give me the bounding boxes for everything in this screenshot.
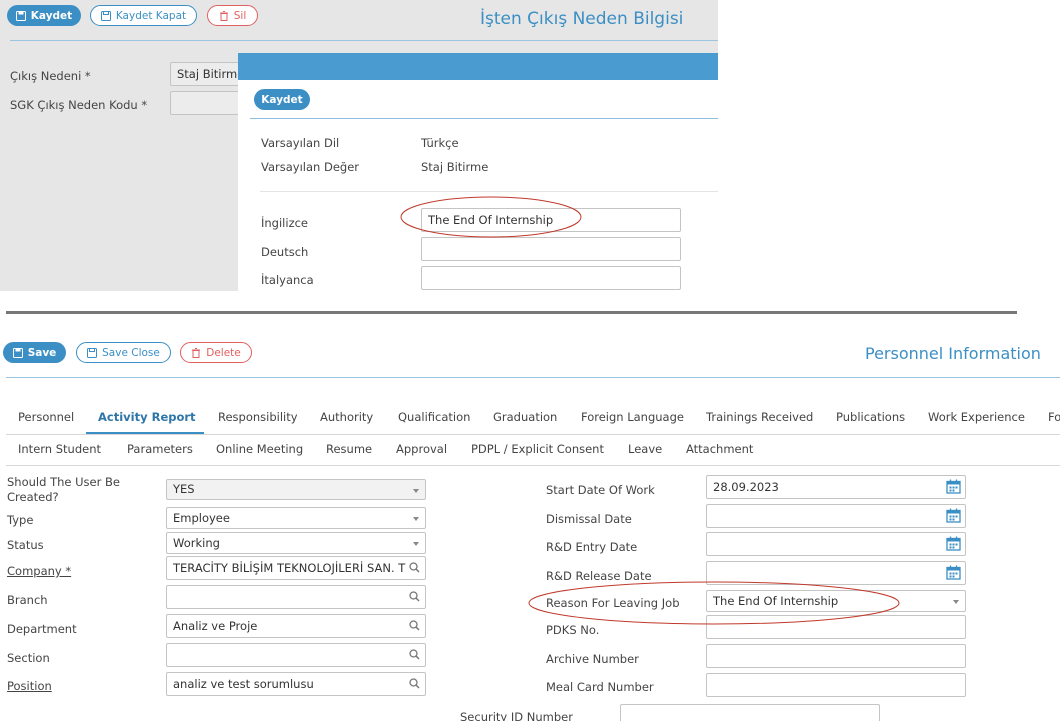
floppy-icon xyxy=(100,10,111,21)
tabs-divider-2 xyxy=(6,465,1060,466)
meal-card-label: Meal Card Number xyxy=(546,680,654,694)
search-icon xyxy=(409,591,420,602)
position-label[interactable]: Position xyxy=(7,679,52,693)
company-field[interactable]: TERACİTY BİLİŞİM TEKNOLOJİLERİ SAN. T xyxy=(166,556,426,580)
save-close-button[interactable]: Save Close xyxy=(76,342,171,363)
tab-resume[interactable]: Resume xyxy=(326,442,372,456)
tab-pdpl-consent[interactable]: PDPL / Explicit Consent xyxy=(471,442,604,456)
tab-trainings-received[interactable]: Trainings Received xyxy=(706,410,813,424)
save-close-button[interactable]: Kaydet Kapat xyxy=(90,5,197,26)
branch-label: Branch xyxy=(7,593,48,607)
chevron-down-icon xyxy=(953,600,959,604)
type-select[interactable]: Employee xyxy=(166,507,426,529)
archive-number-label: Archive Number xyxy=(546,652,639,666)
create-user-select[interactable]: YES xyxy=(166,479,426,500)
tab-activity-report[interactable]: Activity Report xyxy=(98,410,196,424)
save-button[interactable]: Save xyxy=(3,342,66,363)
translation-label-it: İtalyanca xyxy=(261,273,314,287)
default-lang-value: Türkçe xyxy=(421,136,459,150)
floppy-icon xyxy=(15,10,26,21)
search-icon xyxy=(409,620,420,631)
tabs-divider xyxy=(6,434,1060,435)
search-icon xyxy=(409,562,420,573)
start-date-field[interactable]: 28.09.2023 xyxy=(706,475,966,499)
delete-button[interactable]: Delete xyxy=(180,342,252,363)
bottom-panel: Save Save Close Delete Personnel Informa… xyxy=(0,318,1060,721)
delete-button[interactable]: Sil xyxy=(207,5,258,26)
create-user-label: Should The User Be Created? xyxy=(7,475,120,504)
translation-label-en: İngilizce xyxy=(261,216,308,230)
tab-personnel[interactable]: Personnel xyxy=(18,410,74,424)
reason-label: Çıkış Nedeni * xyxy=(10,69,91,83)
tab-intern-student[interactable]: Intern Student xyxy=(18,442,101,456)
chevron-down-icon xyxy=(413,489,419,493)
dismissal-date-field[interactable] xyxy=(706,504,966,528)
tab-leave[interactable]: Leave xyxy=(628,442,662,456)
dialog-save-button[interactable]: Kaydet xyxy=(254,89,310,110)
calendar-icon[interactable] xyxy=(946,565,961,580)
chevron-down-icon xyxy=(413,542,419,546)
floppy-icon xyxy=(87,347,98,358)
highlight-ellipse xyxy=(528,581,900,625)
translation-field-de[interactable] xyxy=(421,237,681,261)
default-value-value: Staj Bitirme xyxy=(421,160,489,174)
sgk-label: SGK Çıkış Neden Kodu * xyxy=(10,98,148,112)
tab-foreign-language[interactable]: Foreign Language xyxy=(581,410,684,424)
floppy-icon xyxy=(12,347,23,358)
calendar-icon[interactable] xyxy=(946,536,961,551)
tab-responsibility[interactable]: Responsibility xyxy=(218,410,298,424)
translation-field-it[interactable] xyxy=(421,266,681,290)
tab-graduation[interactable]: Graduation xyxy=(493,410,557,424)
status-select[interactable]: Working xyxy=(166,532,426,554)
tab-parameters[interactable]: Parameters xyxy=(127,442,193,456)
tab-overflow[interactable]: Fo xyxy=(1048,410,1060,424)
calendar-icon[interactable] xyxy=(946,508,961,523)
search-icon xyxy=(409,678,420,689)
calendar-icon[interactable] xyxy=(946,479,961,494)
branch-field[interactable] xyxy=(166,585,426,609)
header-divider xyxy=(10,40,718,41)
tab-qualification[interactable]: Qualification xyxy=(398,410,470,424)
top-panel: Kaydet Kaydet Kapat Sil İşten Çıkış Nede… xyxy=(0,0,718,291)
default-value-label: Varsayılan Değer xyxy=(261,160,360,174)
rd-entry-date-field[interactable] xyxy=(706,532,966,556)
default-lang-label: Varsayılan Dil xyxy=(261,136,340,150)
translation-dialog: Kaydet Varsayılan Dil Türkçe Varsayılan … xyxy=(238,53,718,291)
trash-icon xyxy=(219,10,228,21)
status-label: Status xyxy=(7,538,44,552)
tab-online-meeting[interactable]: Online Meeting xyxy=(216,442,303,456)
dialog-divider xyxy=(250,118,718,119)
security-id-label: Security ID Number xyxy=(460,710,573,721)
archive-number-field[interactable] xyxy=(706,644,966,668)
chevron-down-icon xyxy=(413,517,419,521)
department-label: Department xyxy=(7,622,77,636)
highlight-ellipse xyxy=(400,196,582,238)
start-date-label: Start Date Of Work xyxy=(546,483,655,497)
dismissal-date-label: Dismissal Date xyxy=(546,512,632,526)
tab-work-experience[interactable]: Work Experience xyxy=(928,410,1025,424)
security-id-field[interactable] xyxy=(620,704,880,721)
company-label[interactable]: Company * xyxy=(7,564,71,578)
section-label: Section xyxy=(7,651,50,665)
tab-attachment[interactable]: Attachment xyxy=(686,442,753,456)
position-field[interactable]: analiz ve test sorumlusu xyxy=(166,672,426,696)
screenshot-separator xyxy=(6,311,1017,314)
trash-icon xyxy=(192,347,201,358)
dialog-header xyxy=(238,53,718,80)
dialog-divider-2 xyxy=(260,191,718,192)
rd-entry-date-label: R&D Entry Date xyxy=(546,540,638,554)
type-label: Type xyxy=(7,513,34,527)
header-divider xyxy=(6,377,1060,378)
search-icon xyxy=(409,649,420,660)
department-field[interactable]: Analiz ve Proje xyxy=(166,614,426,638)
tab-publications[interactable]: Publications xyxy=(836,410,905,424)
tab-approval[interactable]: Approval xyxy=(396,442,447,456)
page-title: İşten Çıkış Neden Bilgisi xyxy=(480,9,684,29)
tab-authority[interactable]: Authority xyxy=(320,410,373,424)
section-field[interactable] xyxy=(166,643,426,667)
meal-card-field[interactable] xyxy=(706,673,966,697)
translation-label-de: Deutsch xyxy=(261,245,309,259)
save-button[interactable]: Kaydet xyxy=(7,5,81,26)
page-title: Personnel Information xyxy=(865,344,1041,363)
